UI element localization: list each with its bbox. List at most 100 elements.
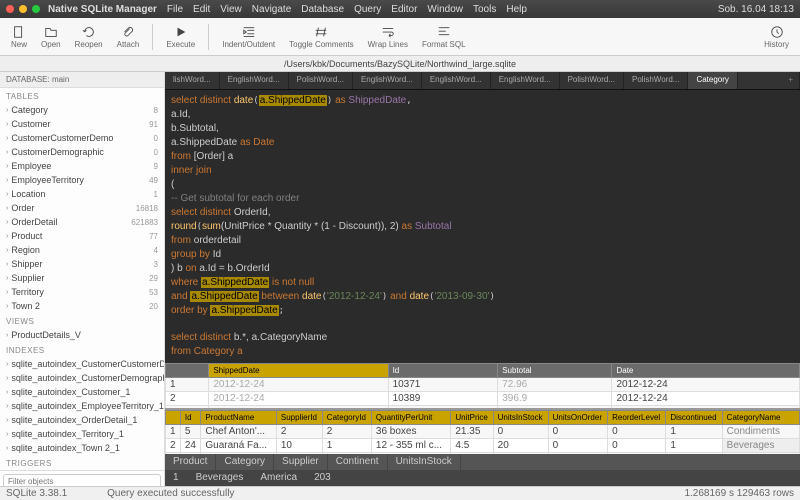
index-item[interactable]: ›sqlite_autoindex_Territory_1 xyxy=(0,427,164,441)
picker-col[interactable]: Product xyxy=(165,454,216,470)
chevron-right-icon: › xyxy=(6,191,8,198)
column-header[interactable] xyxy=(166,364,209,378)
column-header[interactable]: ProductName xyxy=(201,410,277,424)
menubar-right: Sob. 16.04 18:13 xyxy=(718,4,794,15)
table-item[interactable]: ›Town 220 xyxy=(0,299,164,313)
table-item[interactable]: ›OrderDetail621883 xyxy=(0,215,164,229)
column-header[interactable]: CategoryId xyxy=(322,410,371,424)
editor-tab[interactable]: EnglishWord... xyxy=(353,72,422,89)
column-header[interactable]: QuantityPerUnit xyxy=(371,410,450,424)
chevron-right-icon: › xyxy=(6,247,8,254)
column-header[interactable]: Date xyxy=(612,364,800,378)
filter-input[interactable] xyxy=(3,474,161,486)
editor-tab[interactable]: Category xyxy=(688,72,737,89)
menubar: Native SQLite Manager File Edit View Nav… xyxy=(48,4,718,15)
index-item[interactable]: ›sqlite_autoindex_EmployeeTerritory_1 xyxy=(0,399,164,413)
chevron-right-icon: › xyxy=(6,135,8,142)
close-icon[interactable] xyxy=(6,5,14,13)
chevron-right-icon: › xyxy=(6,107,8,114)
column-header[interactable]: Subtotal xyxy=(498,364,612,378)
column-header[interactable]: UnitsInStock xyxy=(493,410,548,424)
column-picker[interactable]: ProductCategorySupplierContinentUnitsInS… xyxy=(165,454,800,470)
picker-col[interactable]: Supplier xyxy=(274,454,328,470)
results-grid-2[interactable]: IdProductNameSupplierIdCategoryIdQuantit… xyxy=(165,408,800,455)
picker-col[interactable]: UnitsInStock xyxy=(388,454,461,470)
section-triggers: TRIGGERS xyxy=(0,455,164,470)
column-header[interactable]: Discontinued xyxy=(666,410,722,424)
column-header[interactable]: UnitPrice xyxy=(451,410,493,424)
menu-navigate[interactable]: Navigate xyxy=(252,4,291,15)
index-item[interactable]: ›sqlite_autoindex_OrderDetail_1 xyxy=(0,413,164,427)
column-header[interactable]: CategoryName xyxy=(722,410,799,424)
menu-database[interactable]: Database xyxy=(301,4,344,15)
format-sql-button[interactable]: Format SQL xyxy=(417,25,471,49)
editor-tab[interactable]: EnglishWord... xyxy=(220,72,289,89)
table-item[interactable]: ›Product77 xyxy=(0,229,164,243)
table-item[interactable]: ›Location1 xyxy=(0,187,164,201)
editor-tab[interactable]: PolishWord... xyxy=(560,72,624,89)
picker-col[interactable]: Continent xyxy=(328,454,388,470)
new-button[interactable]: New xyxy=(6,25,32,49)
editor-tab[interactable]: PolishWord... xyxy=(289,72,353,89)
index-item[interactable]: ›sqlite_autoindex_Town 2_1 xyxy=(0,441,164,455)
table-row[interactable]: 224Guaraná Fa...10112 - 355 ml c...4.520… xyxy=(166,438,800,452)
table-item[interactable]: ›Order16818 xyxy=(0,201,164,215)
table-item[interactable]: ›Category8 xyxy=(0,103,164,117)
editor-tab[interactable]: lishWord... xyxy=(165,72,220,89)
wrap-lines-button[interactable]: Wrap Lines xyxy=(363,25,413,49)
view-item[interactable]: ›ProductDetails_V xyxy=(0,328,164,342)
index-item[interactable]: ›sqlite_autoindex_CustomerCustomerDemo_1 xyxy=(0,357,164,371)
table-item[interactable]: ›Customer91 xyxy=(0,117,164,131)
menu-editor[interactable]: Editor xyxy=(391,4,417,15)
column-header[interactable]: UnitsOnOrder xyxy=(548,410,608,424)
menu-view[interactable]: View xyxy=(220,4,242,15)
table-item[interactable]: ›CustomerDemographic0 xyxy=(0,145,164,159)
menu-file[interactable]: File xyxy=(167,4,183,15)
results-grid-1[interactable]: ShippedDateIdSubtotalDate12012-12-241037… xyxy=(165,363,800,408)
table-item[interactable]: ›Territory53 xyxy=(0,285,164,299)
indent-button[interactable]: Indent/Outdent xyxy=(217,25,280,49)
column-header[interactable]: Id xyxy=(388,364,498,378)
toggle-comments-button[interactable]: Toggle Comments xyxy=(284,25,358,49)
table-row[interactable]: 22012-12-2410389396.92012-12-24 xyxy=(166,392,800,406)
column-header[interactable]: ShippedDate xyxy=(209,364,388,378)
menu-query[interactable]: Query xyxy=(354,4,381,15)
open-button[interactable]: Open xyxy=(36,25,66,49)
chevron-right-icon: › xyxy=(6,261,8,268)
table-item[interactable]: ›Supplier29 xyxy=(0,271,164,285)
toolbar: New Open Reopen Attach Execute Indent/Ou… xyxy=(0,18,800,56)
column-header[interactable]: ReorderLevel xyxy=(608,410,666,424)
reopen-button[interactable]: Reopen xyxy=(70,25,108,49)
status-timing: 1.268169 s 129463 rows xyxy=(684,488,794,499)
table-item[interactable]: ›Employee9 xyxy=(0,159,164,173)
menu-window[interactable]: Window xyxy=(427,4,463,15)
table-item[interactable]: ›CustomerCustomerDemo0 xyxy=(0,131,164,145)
table-row[interactable]: 12012-12-241037172.962012-12-24 xyxy=(166,378,800,392)
editor-tab[interactable]: EnglishWord... xyxy=(491,72,560,89)
editor-tabs: lishWord...EnglishWord...PolishWord...En… xyxy=(165,72,800,90)
minimize-icon[interactable] xyxy=(19,5,27,13)
editor-tab[interactable]: EnglishWord... xyxy=(422,72,491,89)
picker-col[interactable]: Category xyxy=(216,454,274,470)
menu-edit[interactable]: Edit xyxy=(193,4,210,15)
picker-cell: America xyxy=(252,470,306,486)
index-item[interactable]: ›sqlite_autoindex_CustomerDemographic_1 xyxy=(0,371,164,385)
table-item[interactable]: ›Region4 xyxy=(0,243,164,257)
sql-editor[interactable]: select distinct date(a.ShippedDate) as S… xyxy=(165,90,800,363)
zoom-icon[interactable] xyxy=(32,5,40,13)
index-item[interactable]: ›sqlite_autoindex_Customer_1 xyxy=(0,385,164,399)
window-controls[interactable] xyxy=(6,5,40,13)
menu-help[interactable]: Help xyxy=(506,4,527,15)
history-button[interactable]: History xyxy=(759,25,794,49)
add-tab-button[interactable]: + xyxy=(782,72,800,89)
table-row[interactable]: 15Chef Anton'...2236 boxes21.350001Condi… xyxy=(166,424,800,438)
editor-tab[interactable]: PolishWord... xyxy=(624,72,688,89)
table-item[interactable]: ›Shipper3 xyxy=(0,257,164,271)
execute-button[interactable]: Execute xyxy=(161,25,200,49)
table-item[interactable]: ›EmployeeTerritory49 xyxy=(0,173,164,187)
column-header[interactable] xyxy=(166,410,181,424)
column-header[interactable]: SupplierId xyxy=(276,410,322,424)
attach-button[interactable]: Attach xyxy=(112,25,145,49)
column-header[interactable]: Id xyxy=(180,410,201,424)
menu-tools[interactable]: Tools xyxy=(473,4,496,15)
